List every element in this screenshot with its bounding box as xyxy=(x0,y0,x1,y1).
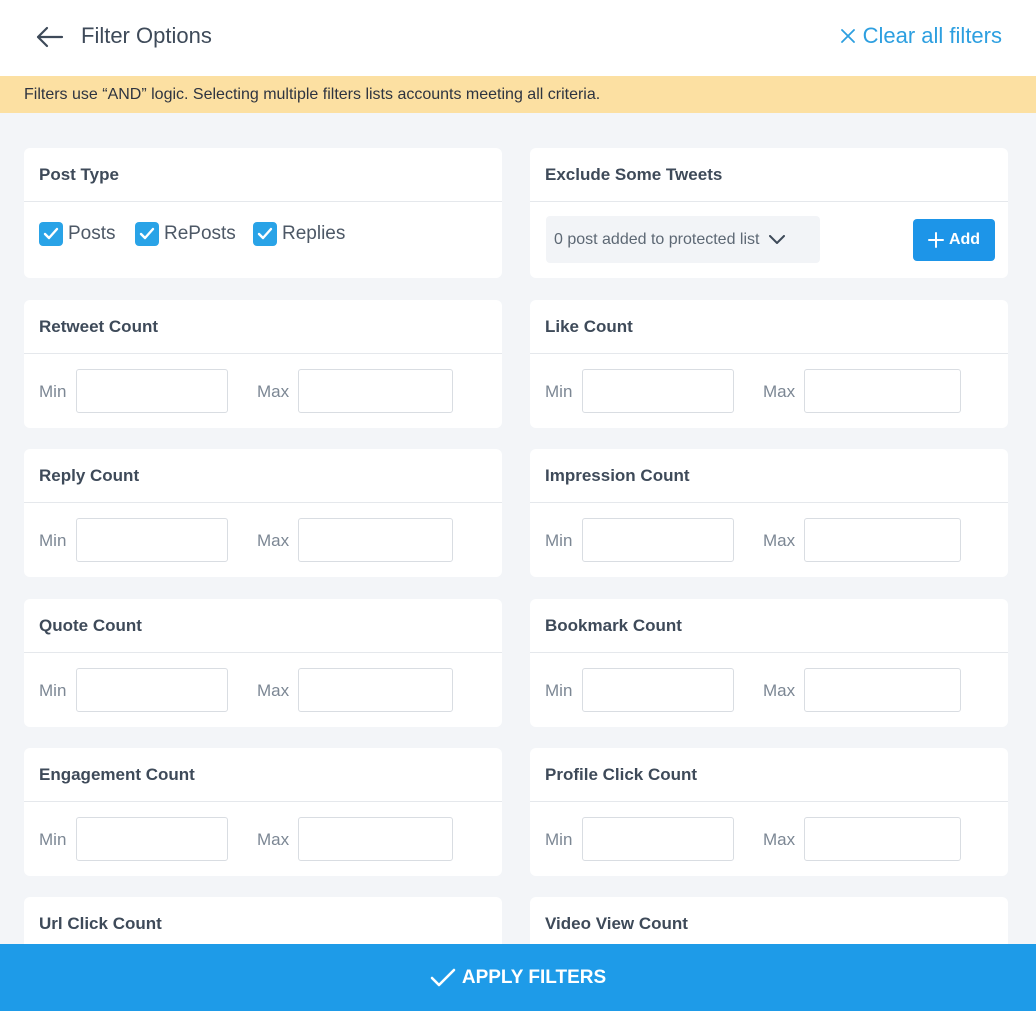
and-logic-notice: Filters use “AND” logic. Selecting multi… xyxy=(0,76,1036,113)
retweet-max-input[interactable] xyxy=(298,369,453,413)
divider xyxy=(530,353,1008,354)
add-button-label: Add xyxy=(948,231,981,248)
add-button[interactable]: Add xyxy=(913,219,995,261)
checkbox-replies[interactable]: Replies xyxy=(253,222,345,246)
card-title: Bookmark Count xyxy=(545,616,682,635)
profile-click-count-card: Profile Click Count Min Max xyxy=(530,748,1008,876)
quote-count-card: Quote Count Min Max xyxy=(24,599,502,727)
card-title: Retweet Count xyxy=(39,317,158,336)
like-max-input[interactable] xyxy=(804,369,961,413)
min-label: Min xyxy=(545,531,573,550)
protected-list-dropdown[interactable]: 0 post added to protected list xyxy=(546,216,820,263)
bookmark-min-input[interactable] xyxy=(582,668,734,712)
card-title: Url Click Count xyxy=(39,914,162,933)
divider xyxy=(24,201,502,202)
card-title: Post Type xyxy=(39,165,119,184)
checkbox-reposts[interactable]: RePosts xyxy=(135,222,236,246)
max-label: Max xyxy=(763,531,796,550)
checkbox-posts[interactable]: Posts xyxy=(39,222,116,246)
exclude-tweets-card: Exclude Some Tweets 0 post added to prot… xyxy=(530,148,1008,278)
card-title: Profile Click Count xyxy=(545,765,698,784)
clear-all-filters-button[interactable]: Clear all filters xyxy=(840,23,1002,49)
divider xyxy=(530,502,1008,503)
checkbox-checked-icon[interactable] xyxy=(135,222,159,246)
profile-click-max-input[interactable] xyxy=(804,817,961,861)
retweet-min-input[interactable] xyxy=(76,369,228,413)
plus-icon xyxy=(927,232,944,248)
divider xyxy=(24,801,502,802)
max-label: Max xyxy=(257,531,290,550)
min-label: Min xyxy=(39,830,67,849)
post-type-card: Post Type Posts RePosts Replies xyxy=(24,148,502,278)
quote-max-input[interactable] xyxy=(298,668,453,712)
divider xyxy=(24,652,502,653)
divider xyxy=(530,201,1008,202)
clear-all-filters-label: Clear all filters xyxy=(862,23,1002,48)
card-title: Reply Count xyxy=(39,466,140,485)
like-min-input[interactable] xyxy=(582,369,734,413)
profile-click-min-input[interactable] xyxy=(582,817,734,861)
card-title: Quote Count xyxy=(39,616,142,635)
checkbox-label: Posts xyxy=(68,223,116,244)
card-title: Video View Count xyxy=(545,914,688,933)
engagement-count-card: Engagement Count Min Max xyxy=(24,748,502,876)
impression-count-card: Impression Count Min Max xyxy=(530,449,1008,577)
divider xyxy=(24,502,502,503)
reply-max-input[interactable] xyxy=(298,518,453,562)
engagement-max-input[interactable] xyxy=(298,817,453,861)
max-label: Max xyxy=(257,681,290,700)
bookmark-max-input[interactable] xyxy=(804,668,961,712)
arrow-left-icon[interactable] xyxy=(34,24,64,50)
card-title: Engagement Count xyxy=(39,765,195,784)
card-title: Impression Count xyxy=(545,466,690,485)
impression-min-input[interactable] xyxy=(582,518,734,562)
bookmark-count-card: Bookmark Count Min Max xyxy=(530,599,1008,727)
quote-min-input[interactable] xyxy=(76,668,228,712)
checkbox-checked-icon[interactable] xyxy=(39,222,63,246)
divider xyxy=(530,652,1008,653)
retweet-count-card: Retweet Count Min Max xyxy=(24,300,502,428)
min-label: Min xyxy=(39,681,67,700)
card-title: Like Count xyxy=(545,317,633,336)
dropdown-label: 0 post added to protected list xyxy=(554,230,760,248)
checkbox-label: RePosts xyxy=(164,223,236,244)
page-title: Filter Options xyxy=(81,23,212,48)
min-label: Min xyxy=(39,531,67,550)
min-label: Min xyxy=(545,681,573,700)
engagement-min-input[interactable] xyxy=(76,817,228,861)
min-label: Min xyxy=(39,382,67,401)
divider xyxy=(24,353,502,354)
checkbox-checked-icon[interactable] xyxy=(253,222,277,246)
card-title: Exclude Some Tweets xyxy=(545,165,723,184)
max-label: Max xyxy=(763,382,796,401)
min-label: Min xyxy=(545,830,573,849)
apply-filters-label: APPLY FILTERS xyxy=(461,966,607,988)
like-count-card: Like Count Min Max xyxy=(530,300,1008,428)
max-label: Max xyxy=(257,382,290,401)
divider xyxy=(530,801,1008,802)
min-label: Min xyxy=(545,382,573,401)
chevron-down-icon xyxy=(769,234,786,244)
close-icon xyxy=(840,29,855,43)
max-label: Max xyxy=(763,681,796,700)
checkbox-label: Replies xyxy=(282,223,346,244)
apply-filters-button[interactable]: APPLY FILTERS xyxy=(0,944,1036,1011)
reply-min-input[interactable] xyxy=(76,518,228,562)
max-label: Max xyxy=(763,830,796,849)
check-icon xyxy=(430,968,456,986)
impression-max-input[interactable] xyxy=(804,518,961,562)
max-label: Max xyxy=(257,830,290,849)
header: Filter Options Clear all filters xyxy=(0,0,1036,76)
reply-count-card: Reply Count Min Max xyxy=(24,449,502,577)
